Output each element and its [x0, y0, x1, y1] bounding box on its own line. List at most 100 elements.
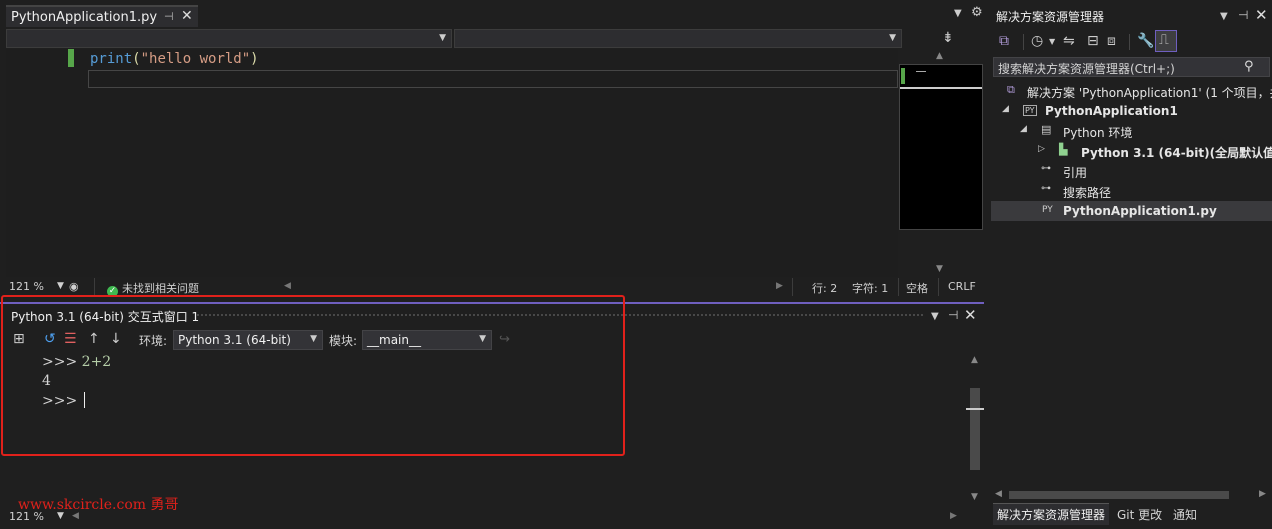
- pin-icon[interactable]: ⊣: [1238, 8, 1248, 22]
- chevron-down-icon[interactable]: ▼: [57, 281, 64, 291]
- navigation-bar: ▼ ▼ ⇟: [6, 29, 984, 48]
- toolbar-divider: [1129, 34, 1130, 50]
- tree-item-interpreter[interactable]: ▷ ▙ Python 3.1 (64-bit)(全局默认值): [991, 141, 1272, 161]
- current-line-highlight: [88, 70, 898, 88]
- scroll-thumb[interactable]: [1009, 491, 1229, 499]
- zoom-level[interactable]: 121 %: [9, 510, 44, 523]
- interpreter-icon: ▙: [1059, 143, 1068, 156]
- line-ending[interactable]: CRLF: [948, 280, 976, 293]
- member-dropdown[interactable]: ▼: [454, 29, 902, 48]
- solution-explorer: 解决方案资源管理器 ▼ ⊣ ✕ ⧉ ◷ ▼ ⇋ ⊟ ⧈ 🔧 ⎍ 搜索解决方案资源…: [991, 0, 1272, 529]
- preview-toggle-button[interactable]: ⎍: [1155, 30, 1177, 52]
- git-eye-icon[interactable]: ◉: [69, 280, 79, 293]
- tree-item-label: 引用: [1063, 166, 1088, 180]
- split-window-icon[interactable]: ⇟: [942, 30, 954, 46]
- code-function: print: [90, 51, 133, 67]
- code-open-paren: (: [132, 51, 141, 67]
- search-paths-icon: ⊶: [1041, 183, 1051, 194]
- show-all-files-icon[interactable]: ⧈: [1107, 33, 1116, 49]
- minimap-change-mark: [901, 68, 905, 84]
- gear-icon[interactable]: ⚙: [971, 5, 983, 20]
- status-divider: [938, 278, 939, 296]
- tree-item-project[interactable]: ◢ PY PythonApplication1: [991, 101, 1272, 121]
- search-placeholder: 搜索解决方案资源管理器(Ctrl+;): [998, 62, 1175, 76]
- scroll-position-mark: [966, 408, 984, 410]
- status-divider: [898, 278, 899, 296]
- scroll-left-icon[interactable]: ◀: [995, 489, 1002, 499]
- scroll-down-icon[interactable]: ▼: [971, 492, 978, 502]
- repl-scrollbar[interactable]: ▲ ▼: [966, 352, 984, 504]
- history-clock-icon[interactable]: ◷: [1031, 33, 1043, 49]
- tree-item-solution[interactable]: ⧉ 解决方案 'PythonApplication1' (1 个项目，共: [991, 81, 1272, 101]
- highlight-annotation-box: [1, 295, 625, 456]
- code-close-paren: ): [250, 51, 259, 67]
- chevron-down-icon[interactable]: ▼: [1220, 11, 1228, 22]
- whitespace-mode[interactable]: 空格: [906, 280, 928, 296]
- collapse-all-icon[interactable]: ⊟: [1087, 33, 1099, 49]
- minimap-code-preview: [916, 71, 926, 72]
- references-icon: ⊶: [1041, 163, 1051, 174]
- chevron-down-icon[interactable]: ▼: [57, 511, 64, 521]
- search-icon[interactable]: ⚲: [1244, 59, 1254, 74]
- scroll-right-icon[interactable]: ▶: [950, 511, 957, 521]
- collapsed-arrow-icon[interactable]: ▷: [1038, 144, 1045, 154]
- char-number[interactable]: 字符: 1: [852, 280, 888, 296]
- tab-notifications[interactable]: 通知: [1173, 506, 1197, 523]
- tree-item-file[interactable]: PY PythonApplication1.py: [991, 201, 1272, 221]
- pin-icon[interactable]: ⊣: [948, 308, 958, 322]
- chevron-down-icon[interactable]: ▼: [954, 8, 962, 19]
- zoom-level[interactable]: 121 %: [9, 280, 44, 293]
- pin-icon[interactable]: ⊣: [164, 10, 174, 23]
- wrench-icon[interactable]: 🔧: [1137, 33, 1154, 49]
- chevron-down-icon: ▼: [439, 33, 446, 43]
- python-file-icon: PY: [1042, 205, 1053, 215]
- chevron-down-icon[interactable]: ▼: [1049, 37, 1055, 46]
- tab-git-changes[interactable]: Git 更改: [1117, 506, 1162, 523]
- sync-icon[interactable]: ⇋: [1063, 33, 1075, 49]
- environments-folder-icon: ▤: [1041, 123, 1052, 136]
- code-editor[interactable]: print("hello world"): [6, 49, 898, 277]
- scroll-up-icon[interactable]: ▲: [971, 355, 978, 365]
- interactive-status-bar: 121 % ▼ ◀ ▶: [6, 508, 966, 526]
- scroll-down-icon[interactable]: ▼: [936, 264, 943, 274]
- tree-item-label: PythonApplication1: [1045, 104, 1178, 118]
- status-divider: [94, 278, 95, 296]
- solution-explorer-title: 解决方案资源管理器: [996, 10, 1105, 24]
- minimap[interactable]: [899, 64, 983, 230]
- scope-dropdown[interactable]: ▼: [6, 29, 452, 48]
- close-tab-icon[interactable]: ✕: [181, 8, 193, 24]
- chevron-down-icon: ▼: [889, 33, 896, 43]
- close-icon[interactable]: ✕: [1255, 6, 1268, 24]
- switch-views-icon[interactable]: ⧉: [999, 33, 1009, 49]
- tree-item-label: PythonApplication1.py: [1063, 204, 1217, 218]
- scroll-right-icon[interactable]: ▶: [776, 281, 783, 291]
- tree-item-python-environments[interactable]: ◢ ▤ Python 环境: [991, 121, 1272, 141]
- code-string: "hello world": [140, 51, 251, 67]
- tree-item-references[interactable]: ⊶ 引用: [991, 161, 1272, 181]
- change-indicator: [68, 49, 74, 67]
- line-number[interactable]: 行: 2: [812, 280, 837, 296]
- issues-text: 未找到相关问题: [122, 282, 199, 295]
- scroll-thumb[interactable]: [970, 388, 980, 470]
- tab-label: PythonApplication1.py: [11, 10, 158, 25]
- close-icon[interactable]: ✕: [964, 306, 977, 324]
- editor-status-bar: 121 % ▼ ◉ ✓ 未找到相关问题 ◀ ▶ 行: 2 字符: 1 空格 CRL…: [6, 278, 984, 297]
- tab-solution-explorer[interactable]: 解决方案资源管理器: [997, 506, 1105, 523]
- scroll-left-icon[interactable]: ◀: [284, 281, 291, 291]
- code-line-1: print("hello world"): [90, 51, 259, 67]
- tree-horizontal-scrollbar[interactable]: ◀ ▶: [991, 488, 1272, 502]
- scroll-up-icon[interactable]: ▲: [936, 51, 943, 61]
- tool-window-tabs: 解决方案资源管理器 Git 更改 通知: [991, 503, 1272, 527]
- solution-search-input[interactable]: 搜索解决方案资源管理器(Ctrl+;) ⚲: [993, 57, 1270, 77]
- scroll-right-icon[interactable]: ▶: [1259, 489, 1266, 499]
- tab-pythonapplication1-py[interactable]: PythonApplication1.py ⊣ ✕: [6, 5, 198, 27]
- document-tab-strip: PythonApplication1.py ⊣ ✕ ▼ ⚙: [0, 0, 990, 28]
- minimap-viewport[interactable]: [900, 87, 982, 89]
- chevron-down-icon[interactable]: ▼: [931, 311, 939, 322]
- scroll-left-icon[interactable]: ◀: [72, 511, 79, 521]
- tree-item-label: 解决方案 'PythonApplication1' (1 个项目，共: [1027, 86, 1272, 100]
- status-divider: [792, 278, 793, 296]
- expanded-arrow-icon[interactable]: ◢: [1020, 124, 1027, 134]
- tree-item-search-paths[interactable]: ⊶ 搜索路径: [991, 181, 1272, 201]
- expanded-arrow-icon[interactable]: ◢: [1002, 104, 1009, 114]
